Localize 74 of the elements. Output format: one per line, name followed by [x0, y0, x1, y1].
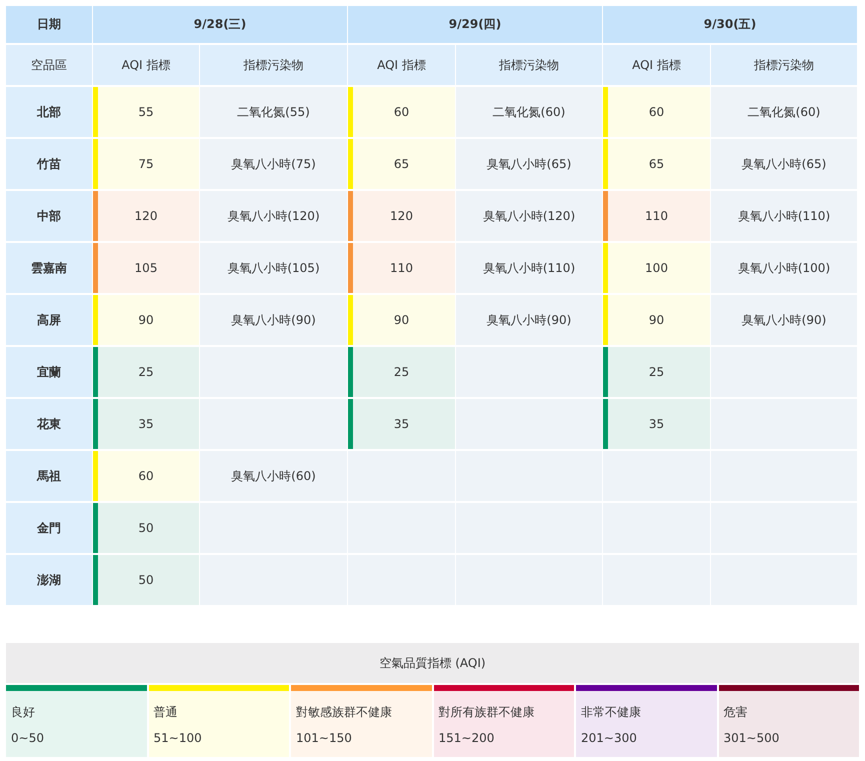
aqi-cell: 50	[93, 555, 199, 605]
aqi-cell: 120	[93, 191, 199, 241]
pollutant-cell: 二氧化氮(60)	[456, 87, 602, 137]
aqi-cell: 50	[93, 503, 199, 553]
legend-range: 301~500	[724, 730, 780, 744]
aqi-cell: 75	[93, 139, 199, 189]
aqi-cell: 35	[348, 399, 455, 449]
pollutant-cell: 臭氧八小時(110)	[711, 191, 857, 241]
pollutant-cell: 臭氧八小時(100)	[711, 243, 857, 293]
legend-range: 51~100	[154, 730, 202, 744]
pollutant-cell: 臭氧八小時(105)	[200, 243, 347, 293]
aqi-cell: 110	[603, 191, 710, 241]
aqi-cell: 60	[93, 451, 199, 501]
date-header: 9/30(五)	[603, 6, 857, 43]
pollutant-cell: 二氧化氮(55)	[200, 87, 347, 137]
column-header: 空品區	[6, 45, 92, 85]
legend-range: 0~50	[11, 730, 44, 744]
aqi-cell: 90	[348, 295, 455, 345]
legend-range: 101~150	[296, 730, 352, 744]
pollutant-cell: 臭氧八小時(90)	[711, 295, 857, 345]
region-cell: 北部	[6, 87, 92, 137]
legend-title: 空氣品質指標 (AQI)	[6, 643, 859, 683]
column-header: 指標污染物	[200, 45, 347, 85]
aqi-cell: 35	[93, 399, 199, 449]
aqi-cell: 25	[603, 347, 710, 397]
legend-label: 危害	[724, 704, 748, 720]
aqi-cell: 55	[93, 87, 199, 137]
column-header: 日期	[6, 6, 92, 43]
aqi-cell: 60	[603, 87, 710, 137]
column-header: 指標污染物	[711, 45, 857, 85]
pollutant-cell: 臭氧八小時(120)	[456, 191, 602, 241]
aqi-cell: 120	[348, 191, 455, 241]
aqi-cell: 65	[603, 139, 710, 189]
column-header: AQI 指標	[603, 45, 710, 85]
date-header: 9/29(四)	[348, 6, 602, 43]
pollutant-cell: 二氧化氮(60)	[711, 87, 857, 137]
legend-range: 201~300	[581, 730, 637, 744]
column-header: 指標污染物	[456, 45, 602, 85]
pollutant-cell: 臭氧八小時(90)	[456, 295, 602, 345]
legend-label: 對所有族群不健康	[438, 704, 534, 720]
aqi-cell: 90	[93, 295, 199, 345]
aqi-cell: 110	[348, 243, 455, 293]
legend-range: 151~200	[438, 730, 494, 744]
region-cell: 花東	[6, 399, 92, 449]
region-cell: 中部	[6, 191, 92, 241]
region-cell: 澎湖	[6, 555, 92, 605]
aqi-cell: 35	[603, 399, 710, 449]
date-header: 9/28(三)	[93, 6, 347, 43]
aqi-cell: 100	[603, 243, 710, 293]
pollutant-cell: 臭氧八小時(65)	[456, 139, 602, 189]
region-cell: 竹苗	[6, 139, 92, 189]
aqi-cell: 60	[348, 87, 455, 137]
pollutant-cell: 臭氧八小時(75)	[200, 139, 347, 189]
aqi-cell: 25	[93, 347, 199, 397]
region-cell: 高屏	[6, 295, 92, 345]
aqi-cell: 90	[603, 295, 710, 345]
legend-label: 非常不健康	[581, 704, 641, 720]
legend-label: 普通	[154, 704, 178, 720]
column-header: AQI 指標	[93, 45, 199, 85]
region-cell: 雲嘉南	[6, 243, 92, 293]
region-cell: 馬祖	[6, 451, 92, 501]
region-cell: 宜蘭	[6, 347, 92, 397]
pollutant-cell: 臭氧八小時(90)	[200, 295, 347, 345]
legend-label: 良好	[11, 704, 35, 720]
pollutant-cell: 臭氧八小時(110)	[456, 243, 602, 293]
region-cell: 金門	[6, 503, 92, 553]
aqi-cell: 25	[348, 347, 455, 397]
aqi-cell: 105	[93, 243, 199, 293]
column-header: AQI 指標	[348, 45, 455, 85]
aqi-cell: 65	[348, 139, 455, 189]
pollutant-cell: 臭氧八小時(60)	[200, 451, 347, 501]
pollutant-cell: 臭氧八小時(120)	[200, 191, 347, 241]
pollutant-cell: 臭氧八小時(65)	[711, 139, 857, 189]
legend-label: 對敏感族群不健康	[296, 704, 392, 720]
